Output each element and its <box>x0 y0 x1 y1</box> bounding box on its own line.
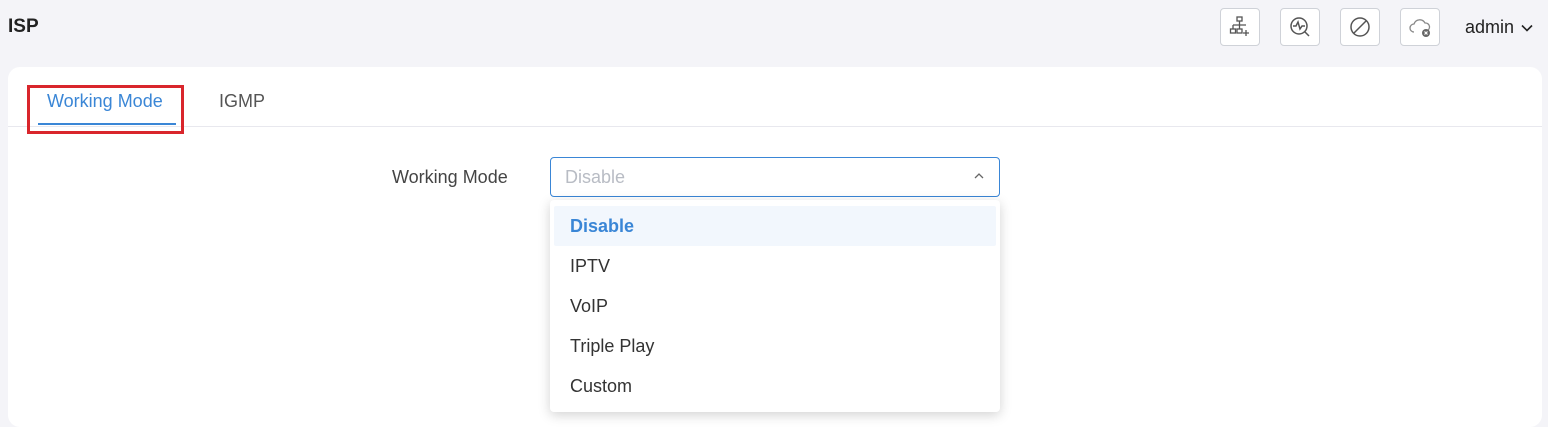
chevron-up-icon <box>974 173 984 179</box>
working-mode-select[interactable]: Disable <box>550 157 1000 197</box>
user-menu[interactable]: admin <box>1465 17 1534 38</box>
network-add-icon <box>1229 16 1249 36</box>
option-iptv[interactable]: IPTV <box>554 246 996 286</box>
disabled-icon <box>1350 17 1370 37</box>
highlight-annotation <box>27 85 184 134</box>
option-disable[interactable]: Disable <box>554 206 996 246</box>
diagnostics-button[interactable] <box>1280 8 1320 46</box>
cloud-disconnected-icon <box>1409 19 1431 37</box>
disabled-button[interactable] <box>1340 8 1380 46</box>
diagnostics-icon <box>1290 17 1310 37</box>
chevron-down-icon <box>1521 24 1533 32</box>
option-triple-play[interactable]: Triple Play <box>554 326 996 366</box>
working-mode-value: Disable <box>565 166 626 187</box>
username: admin <box>1465 17 1515 37</box>
working-mode-label: Working Mode <box>392 167 508 187</box>
working-mode-dropdown: Disable IPTV VoIP Triple Play Custom <box>550 200 1000 412</box>
top-bar: ISP admin <box>0 0 1548 60</box>
cloud-status-button[interactable] <box>1400 8 1440 46</box>
tab-bar: Working Mode IGMP <box>8 67 1542 127</box>
option-custom[interactable]: Custom <box>554 366 996 406</box>
page-title: ISP <box>8 16 39 37</box>
tab-igmp[interactable]: IGMP <box>219 91 265 112</box>
network-add-button[interactable] <box>1220 8 1260 46</box>
option-voip[interactable]: VoIP <box>554 286 996 326</box>
